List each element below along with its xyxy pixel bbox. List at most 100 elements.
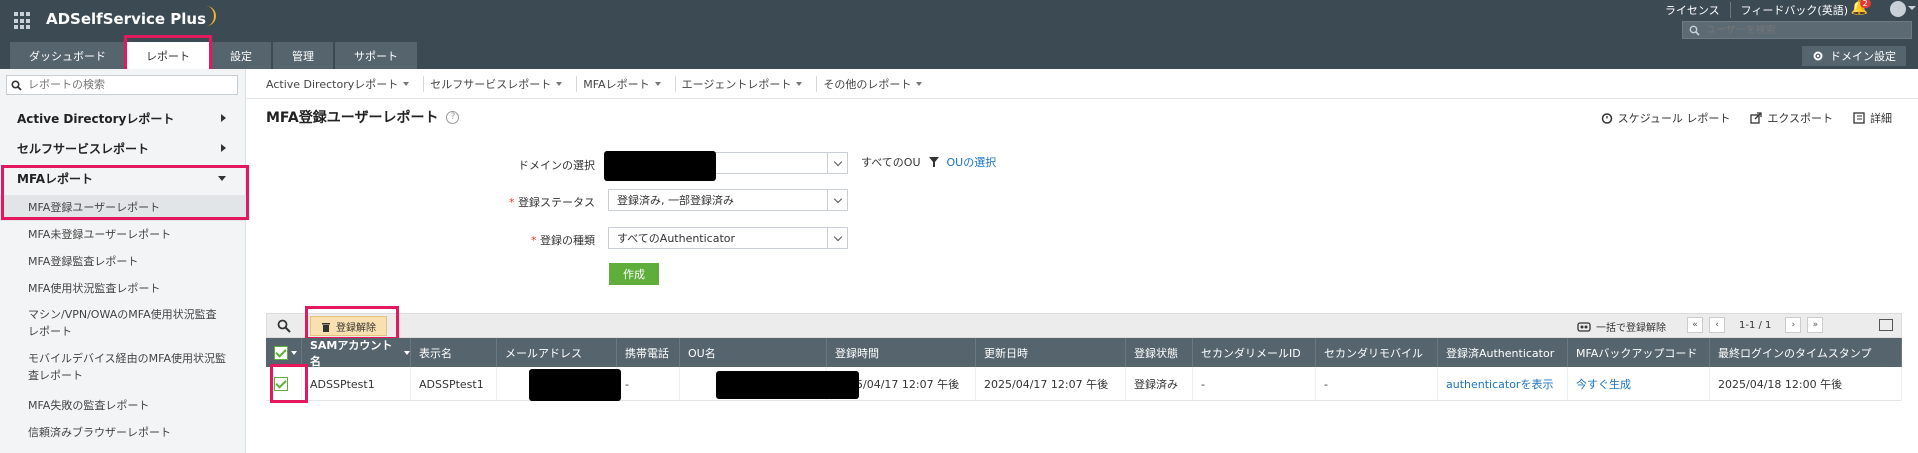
user-search-input[interactable] (1706, 24, 1886, 36)
sidebar-category-label: Active Directoryレポート (17, 111, 175, 126)
sidebar-category-label: セルフサービスレポート (17, 141, 150, 156)
column-updated-time[interactable]: 更新日時 (976, 338, 1126, 367)
help-icon[interactable]: ? (446, 110, 460, 124)
sidebar-item-mfa-failure-audit[interactable]: MFA失敗の監査レポート (0, 395, 246, 417)
sidebar-item-mfa-unregistered-users[interactable]: MFA未登録ユーザーレポート (0, 222, 246, 248)
column-status[interactable]: 登録状態 (1126, 338, 1193, 367)
column-settings-icon[interactable] (1879, 319, 1893, 331)
redacted-email (529, 369, 621, 401)
pagination: « ‹ 1-1 / 1 › » (1687, 317, 1824, 333)
export-button[interactable]: エクスポート (1750, 110, 1833, 126)
report-nav-selfservice[interactable]: セルフサービスレポート (424, 75, 578, 92)
cell-display-name: ADSSPtest1 (411, 367, 497, 401)
caret-down-icon (654, 81, 661, 86)
export-icon (1750, 112, 1762, 124)
column-sam[interactable]: SAMアカウント名 (302, 338, 411, 368)
sidebar-item-machine-vpn-owa-mfa[interactable]: マシン/VPN/OWAのMFA使用状況監査レポート (0, 306, 226, 340)
report-nav-mfa[interactable]: MFAレポート (577, 75, 676, 92)
status-label-text: 登録ステータス (518, 196, 595, 209)
column-mobile[interactable]: 携帯電話 (617, 338, 680, 367)
status-select-value: 登録済み, 一部登録済み (617, 194, 734, 207)
sidebar: Active Directoryレポート セルフサービスレポート MFAレポート… (0, 69, 246, 453)
generate-backup-code-link[interactable]: 今すぐ生成 (1568, 367, 1710, 401)
chevron-down-icon (827, 190, 847, 210)
column-display-name[interactable]: 表示名 (411, 338, 497, 367)
brand-name: ADSelfService Plus (46, 10, 207, 28)
type-select[interactable]: すべてのAuthenticator (608, 227, 848, 249)
first-page-icon[interactable]: « (1687, 317, 1703, 333)
domain-settings-button[interactable]: ドメイン設定 (1802, 46, 1906, 66)
sidebar-search-box[interactable] (6, 75, 238, 95)
bulk-unregister-icon (1577, 321, 1591, 332)
domain-settings-label: ドメイン設定 (1830, 50, 1896, 63)
report-nav-ad[interactable]: Active Directoryレポート (260, 75, 425, 92)
cell-mobile: - (617, 367, 680, 401)
details-icon (1853, 112, 1865, 124)
column-backup-code[interactable]: MFAバックアップコード (1568, 338, 1710, 367)
license-link[interactable]: ライセンス (1655, 2, 1731, 18)
redacted-ou (716, 371, 859, 399)
notification-badge: 2 (1859, 0, 1871, 8)
cell-status: 登録済み (1126, 367, 1193, 401)
details-button[interactable]: 詳細 (1853, 110, 1892, 126)
search-icon[interactable] (277, 319, 291, 333)
select-all-checkbox[interactable] (274, 345, 288, 360)
column-registered-time[interactable]: 登録時間 (827, 338, 976, 367)
required-marker: * (531, 234, 540, 247)
sidebar-item-trusted-browser[interactable]: 信頼済みブラウザーレポート (0, 422, 246, 444)
view-authenticator-link[interactable]: authenticatorを表示 (1438, 367, 1568, 401)
select-all-column[interactable] (266, 338, 302, 367)
tab-admin[interactable]: 管理 (273, 42, 333, 69)
cell-last-login: 2025/04/18 12:00 午後 (1710, 367, 1902, 401)
column-ou[interactable]: OU名 (680, 338, 827, 367)
column-secondary-mobile[interactable]: セカンダリモバイル (1316, 338, 1438, 367)
report-nav-other[interactable]: その他のレポート (817, 76, 936, 92)
app-grid-icon[interactable] (14, 12, 32, 30)
tab-dashboard[interactable]: ダッシュボード (10, 42, 125, 69)
tab-support[interactable]: サポート (335, 42, 417, 69)
main-tabs: ダッシュボード レポート 設定 管理 サポート (10, 42, 417, 69)
user-search-box[interactable] (1682, 21, 1912, 39)
chevron-down-icon (827, 153, 847, 173)
column-last-login[interactable]: 最終ログインのタイムスタンプ (1710, 338, 1902, 367)
status-select[interactable]: 登録済み, 一部登録済み (608, 189, 848, 211)
column-secondary-email[interactable]: セカンダリメールID (1193, 338, 1316, 367)
export-label: エクスポート (1767, 112, 1833, 125)
user-menu-caret-icon[interactable] (1908, 6, 1916, 10)
report-nav-label: セルフサービスレポート (430, 77, 552, 91)
ou-select-link[interactable]: OUの選択 (947, 154, 997, 170)
table-row[interactable]: ADSSPtest1 ADSSPtest1 - 2025/04/17 12:07… (266, 367, 1902, 401)
status-label: * 登録ステータス (480, 194, 595, 210)
next-page-icon[interactable]: › (1785, 317, 1802, 333)
sidebar-item-mfa-registration-audit[interactable]: MFA登録監査レポート (0, 249, 246, 275)
notification-bell-icon[interactable]: 🔔 2 (1851, 0, 1871, 16)
user-avatar-icon[interactable] (1890, 1, 1906, 17)
type-label: * 登録の種類 (480, 232, 595, 248)
search-icon (1689, 25, 1700, 36)
caret-down-icon (403, 81, 410, 86)
feedback-link[interactable]: フィードバック(英語) (1731, 2, 1858, 18)
sidebar-category-ad[interactable]: Active Directoryレポート (0, 105, 246, 131)
caret-down-icon (291, 350, 297, 355)
report-category-nav: Active Directoryレポート セルフサービスレポート MFAレポート… (246, 69, 1918, 99)
sidebar-item-mfa-usage-audit[interactable]: MFA使用状況監査レポート (0, 276, 246, 302)
sidebar-search-input[interactable] (28, 79, 228, 91)
brand-logo[interactable]: ADSelfService Plus (46, 6, 217, 28)
prev-page-icon[interactable]: ‹ (1709, 317, 1725, 333)
generate-button[interactable]: 作成 (609, 263, 659, 285)
schedule-report-button[interactable]: スケジュール レポート (1601, 110, 1730, 126)
sidebar-item-mobile-mfa[interactable]: モバイルデバイス経由のMFA使用状況監査レポート (0, 350, 226, 384)
sidebar-category-selfservice[interactable]: セルフサービスレポート (0, 135, 246, 161)
column-authenticator[interactable]: 登録済Authenticator (1438, 338, 1568, 367)
last-page-icon[interactable]: » (1807, 317, 1824, 333)
cell-secondary-email: - (1193, 367, 1316, 401)
page-title: MFA登録ユーザーレポート ? (266, 107, 460, 127)
table-toolbar: 登録解除 一括で登録解除 « ‹ 1-1 / 1 › » (266, 313, 1902, 338)
column-label: SAMアカウント名 (310, 338, 393, 368)
bulk-unregister-button[interactable]: 一括で登録解除 (1577, 319, 1666, 334)
chevron-down-icon (827, 228, 847, 248)
report-nav-agent[interactable]: エージェントレポート (676, 75, 818, 92)
column-email[interactable]: メールアドレス (497, 338, 617, 367)
sidebar-mfa-highlight (1, 165, 249, 220)
tab-settings[interactable]: 設定 (211, 42, 271, 69)
